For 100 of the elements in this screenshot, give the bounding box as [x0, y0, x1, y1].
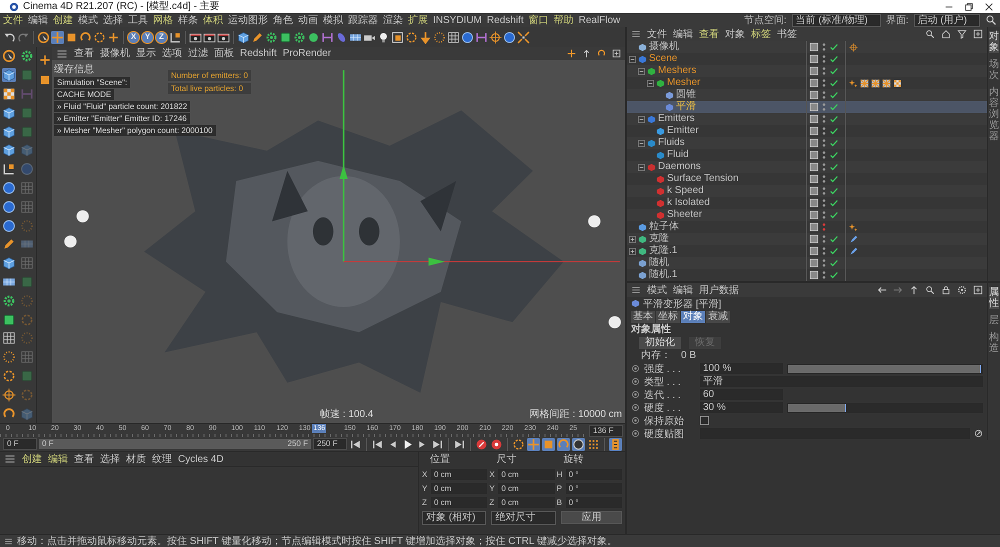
menu-item[interactable]: 查看 [74, 47, 94, 60]
menu-item[interactable]: 模式 [647, 284, 667, 296]
check-icon[interactable] [829, 210, 839, 220]
node-space-dropdown[interactable]: 当前 (标准/物理) [792, 14, 881, 26]
menu-item[interactable]: 扩展 [408, 14, 428, 26]
size-field[interactable]: 0 cm [498, 468, 555, 480]
slider-fill[interactable] [788, 404, 846, 412]
circle-icon[interactable] [572, 438, 585, 450]
current-frame-field[interactable]: 136 F [589, 424, 623, 436]
menu-item[interactable]: 文件 [3, 14, 23, 26]
layer-box-icon[interactable] [809, 186, 819, 196]
search-icon[interactable] [925, 29, 935, 39]
check-icon[interactable] [829, 234, 839, 244]
layer-box-icon[interactable] [809, 150, 819, 160]
menu-item[interactable]: 角色 [273, 14, 293, 26]
expand-toggle[interactable] [638, 116, 645, 122]
circle-icon[interactable] [461, 30, 474, 44]
menu-item[interactable]: 编辑 [673, 28, 693, 40]
menu-item[interactable]: INSYDIUM [433, 14, 482, 26]
cursor-icon[interactable] [37, 30, 50, 44]
frame-icon[interactable] [391, 30, 404, 44]
up-arrow-icon[interactable] [909, 285, 919, 295]
lock-icon[interactable] [941, 285, 951, 295]
object-row[interactable]: Sheeter [627, 209, 987, 221]
position-field[interactable]: 0 cm [431, 468, 488, 480]
tab[interactable]: 衰减 [706, 310, 730, 322]
menu-item[interactable]: 文件 [647, 28, 667, 40]
dotted-circle-icon[interactable] [2, 350, 16, 364]
box-icon[interactable] [279, 30, 292, 44]
circle-icon[interactable] [503, 30, 516, 44]
move-icon[interactable] [51, 30, 64, 44]
layer-box-icon[interactable] [809, 222, 819, 232]
grid-icon[interactable] [2, 331, 16, 346]
search-icon[interactable] [925, 285, 935, 295]
rotate-icon[interactable] [557, 438, 570, 450]
side-tab[interactable]: 层 [989, 315, 999, 326]
layer-box-icon[interactable] [809, 138, 819, 148]
rotation-field[interactable]: 0 ° [566, 496, 622, 508]
rotation-field[interactable]: 0 ° [566, 482, 622, 494]
undo-icon[interactable] [3, 30, 16, 44]
back-icon[interactable] [877, 285, 887, 295]
plus-icon[interactable] [107, 30, 120, 44]
check-icon[interactable] [829, 126, 839, 136]
side-tab[interactable]: 对象 [989, 31, 999, 53]
sparkle-icon[interactable] [849, 78, 858, 88]
grid-icon[interactable] [447, 30, 460, 44]
menu-item[interactable]: 标签 [751, 28, 771, 40]
menu-item[interactable]: 纹理 [152, 452, 172, 466]
ring-icon[interactable] [2, 368, 16, 383]
restore-icon[interactable] [964, 2, 974, 12]
crosshair-icon[interactable] [2, 388, 16, 402]
check-icon[interactable] [829, 246, 839, 256]
bracket-icon[interactable] [321, 30, 334, 44]
object-row[interactable]: 平滑 [627, 101, 987, 113]
expand-toggle[interactable] [638, 164, 645, 170]
texture-icon[interactable] [860, 78, 869, 88]
menu-item[interactable]: 样条 [178, 14, 198, 26]
menu-icon[interactable] [631, 29, 641, 39]
menu-item[interactable]: 动画 [298, 14, 318, 26]
link-icon[interactable] [974, 429, 983, 438]
forward-icon[interactable] [893, 285, 903, 295]
menu-item[interactable]: 模式 [78, 14, 98, 26]
scale-icon[interactable] [542, 438, 555, 450]
check-icon[interactable] [829, 102, 839, 112]
menu-item[interactable]: RealFlow [578, 14, 620, 26]
menu-item[interactable]: 窗口 [528, 14, 549, 26]
number-field[interactable]: 60 [700, 389, 783, 400]
menu-item[interactable]: 选择 [100, 452, 120, 466]
menu-icon[interactable] [4, 453, 16, 465]
menu-item[interactable]: 摄像机 [100, 47, 130, 60]
menu-item[interactable]: 查看 [699, 28, 719, 40]
record-icon[interactable] [475, 438, 488, 450]
menu-item[interactable]: 显示 [136, 47, 156, 60]
ring-icon[interactable] [405, 30, 418, 44]
expand-toggle[interactable] [647, 80, 654, 86]
sphere-icon[interactable] [307, 30, 320, 44]
layer-box-icon[interactable] [809, 198, 819, 208]
cube-icon[interactable] [2, 256, 16, 270]
plus-icon[interactable] [38, 53, 52, 67]
axes-icon[interactable] [169, 30, 182, 44]
skip-end-icon[interactable] [431, 438, 444, 450]
menu-item[interactable]: 选择 [103, 14, 123, 26]
menu-item[interactable]: 编辑 [48, 452, 68, 466]
pen-icon[interactable] [2, 237, 16, 252]
move-icon[interactable] [527, 438, 540, 450]
layer-box-icon[interactable] [809, 210, 819, 220]
layer-box-icon[interactable] [809, 162, 819, 172]
type-dropdown[interactable]: 平滑 [700, 376, 983, 387]
layer-box-icon[interactable] [809, 42, 819, 52]
tab[interactable]: 坐标 [656, 310, 680, 322]
layer-box-icon[interactable] [809, 54, 819, 64]
layer-box-icon[interactable] [809, 102, 819, 112]
texture-icon[interactable] [871, 78, 880, 88]
scale-icon[interactable] [65, 30, 78, 44]
layout-dropdown[interactable]: 启动 (用户) [914, 14, 980, 26]
layer-box-icon[interactable] [809, 174, 819, 184]
check-icon[interactable] [829, 66, 839, 76]
layer-box-icon[interactable] [809, 66, 819, 76]
check-icon[interactable] [829, 150, 839, 160]
coordinate-mode-dropdown[interactable]: 对象 (相对) [422, 510, 486, 524]
